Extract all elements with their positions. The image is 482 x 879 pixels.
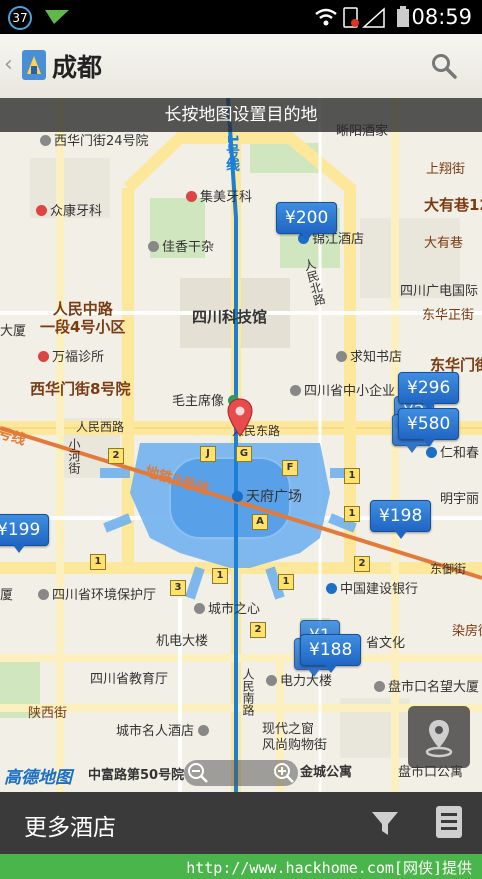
back-chevron-icon[interactable]: ‹ (4, 52, 13, 77)
place-label: 明宇丽 (440, 492, 480, 507)
place-label: 大有巷 (424, 236, 464, 251)
hotel-price-tag[interactable]: ¥199 (0, 514, 50, 553)
locate-me-button[interactable] (408, 706, 470, 768)
wifi-icon (315, 8, 337, 26)
place-label: 现代之窗 风尚购物街 (262, 722, 328, 753)
more-hotels-button[interactable]: 更多酒店 (24, 808, 116, 842)
place-label: 金城公寓 (300, 765, 353, 780)
map-provider-logo: 高德地图 (4, 768, 72, 788)
place-label: 城市之心 (194, 598, 260, 617)
place-label: 机电大楼 (156, 634, 209, 649)
locate-icon (425, 720, 453, 758)
place-label: 西华门街24号院 (40, 130, 149, 149)
hotel-price-tag[interactable]: ¥296 (398, 372, 460, 411)
place-label: 四川省环境保护厅 (38, 584, 156, 603)
metro-exit: F (282, 460, 298, 476)
zoom-control (184, 760, 298, 786)
place-label: 四川广电国际 (400, 284, 479, 299)
place-label: 西华门街8号院 (30, 380, 131, 398)
place-label: 陕西街 (28, 706, 68, 721)
place-label: 佳香干杂 (148, 236, 214, 255)
bottom-bar: 更多酒店 (0, 792, 482, 854)
hotel-price-tag[interactable]: ¥188 (300, 634, 362, 673)
notification-count-icon: 37 (8, 6, 32, 30)
place-label: 城市名人酒店 (116, 720, 212, 739)
metro-exit: J (200, 446, 216, 462)
watermark-bar: http://www.hackhome.com[网侠]提供 (0, 854, 482, 879)
title-bar: ‹ 成都 (0, 34, 482, 99)
metro-exit: 1 (278, 574, 294, 590)
filter-icon[interactable] (370, 808, 400, 838)
clock: 08:59 (411, 5, 472, 29)
place-label: 人民中路 一段4号小区 (40, 300, 126, 336)
metro-exit: 2 (250, 622, 266, 638)
app-logo-icon[interactable] (22, 50, 46, 80)
map-view[interactable]: 长按地图设置目的地 1号线 地铁2号线 号线 人民西路 人民东路 人民北路 人民… (0, 98, 482, 792)
long-press-hint: 长按地图设置目的地 (0, 98, 482, 132)
street-renmin-xilu: 人民西路 (76, 420, 125, 434)
status-icons (315, 7, 385, 28)
place-label: 东华正街 (422, 308, 475, 323)
place-label: 四川省中小企业 (290, 380, 395, 399)
metro-exit: 2 (354, 556, 370, 572)
place-label: 大厦 (0, 324, 27, 339)
battery-icon (397, 6, 409, 27)
zoom-in-icon[interactable] (272, 761, 296, 785)
street-xiaohejie: 小河街 (67, 438, 81, 474)
hotel-price-tag[interactable]: ¥580 (398, 408, 460, 447)
metro-line-1-label: 1号线 (224, 134, 240, 172)
send-icon (45, 10, 69, 24)
search-icon[interactable] (430, 52, 458, 80)
place-label: 上翔街 (426, 162, 466, 177)
place-label: 省文化 (366, 636, 406, 651)
place-label: 大有巷12 (424, 196, 482, 214)
zoom-out-icon[interactable] (186, 761, 210, 785)
place-label: 众康牙科 (36, 200, 102, 219)
status-bar: 37 08:59 (0, 0, 482, 34)
place-label: 厦 (0, 588, 14, 603)
metro-exit: G (236, 446, 252, 462)
metro-exit: 1 (90, 554, 106, 570)
metro-exit: 1 (212, 568, 228, 584)
metro-exit: 3 (170, 580, 186, 596)
place-label: 求知书店 (336, 346, 402, 365)
place-label: 中富路第50号院 (88, 768, 185, 783)
location-pin-icon[interactable] (226, 398, 254, 438)
place-label: 电力大楼 (266, 670, 332, 689)
place-label: 四川省教育厅 (90, 672, 169, 687)
place-label: 集美牙科 (186, 186, 252, 205)
street-renmin-nanlu: 人民南路 (241, 668, 255, 716)
metro-exit: 1 (344, 468, 360, 484)
list-icon[interactable] (436, 806, 462, 838)
watermark-text: http://www.hackhome.com[网侠]提供 (186, 859, 472, 877)
hotel-price-tag[interactable]: ¥200 (276, 202, 338, 241)
metro-exit: A (252, 514, 268, 530)
place-label: 盘市口名望大厦 (374, 676, 479, 695)
city-title[interactable]: 成都 (52, 48, 102, 84)
hotel-price-tag[interactable]: ¥198 (370, 500, 432, 539)
place-label: 万福诊所 (38, 346, 104, 365)
place-label: 四川科技馆 (192, 308, 268, 326)
metro-exit: 1 (344, 506, 360, 522)
street-dongyudao: 东御街 (430, 562, 467, 576)
place-label: 天府广场 (232, 486, 302, 506)
place-label: 中国建设银行 (326, 578, 418, 597)
place-label: 染房街 (452, 624, 482, 639)
metro-exit: 2 (108, 448, 124, 464)
